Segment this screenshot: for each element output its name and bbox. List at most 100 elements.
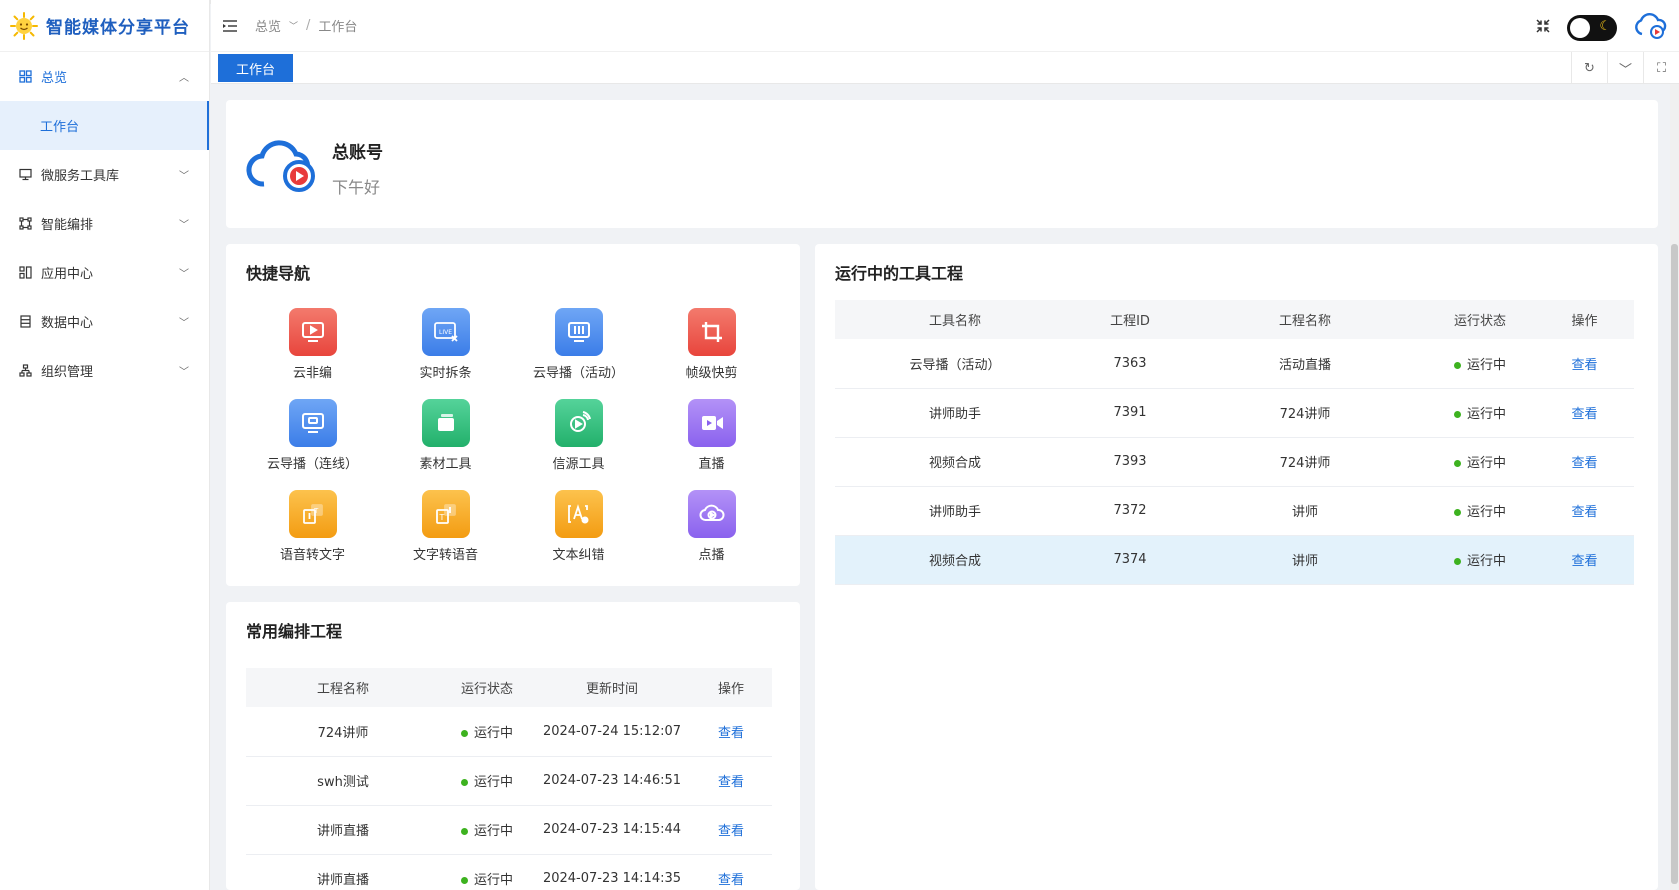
quick-nav-item-vod[interactable]: 点播 bbox=[645, 490, 778, 572]
table-row: 724讲师 运行中 2024-07-24 15:12:07 查看 bbox=[246, 707, 772, 757]
fullscreen-icon[interactable] bbox=[1535, 18, 1551, 38]
quick-nav-grid: 云非编 LIVE 实时拆条 云导播（活动） 帧级快剪 云导播（连线） 素材工具 … bbox=[246, 308, 778, 572]
project-name: 讲师 bbox=[1185, 486, 1425, 536]
quick-nav-item-cloud-edit[interactable]: 云非编 bbox=[246, 308, 379, 390]
status-cell: 运行中 bbox=[1425, 437, 1535, 487]
project-name: 活动直播 bbox=[1185, 339, 1425, 389]
status-text: 运行中 bbox=[1466, 456, 1506, 471]
status-dot bbox=[460, 877, 468, 884]
status-cell: 运行中 bbox=[440, 707, 534, 757]
live-clip-icon: LIVE bbox=[421, 308, 470, 356]
column-header: 操作 bbox=[690, 668, 772, 707]
project-id: 7374 bbox=[1075, 535, 1185, 585]
refresh-icon[interactable]: ↻ bbox=[1571, 52, 1607, 84]
status-text: 运行中 bbox=[473, 873, 513, 888]
theme-toggle[interactable]: ☾ bbox=[1567, 15, 1617, 41]
header-actions: ☾ bbox=[1535, 12, 1667, 44]
view-link[interactable]: 查看 bbox=[718, 873, 744, 888]
status-dot bbox=[460, 828, 468, 835]
sidebar-item-label: 应用中心 bbox=[41, 267, 94, 282]
quick-nav-item-realtime-split[interactable]: LIVE 实时拆条 bbox=[379, 308, 512, 390]
view-link[interactable]: 查看 bbox=[1571, 358, 1597, 373]
quick-nav-item-live[interactable]: 直播 bbox=[645, 399, 778, 481]
quick-nav-label: 直播 bbox=[698, 457, 725, 472]
text-correct-icon bbox=[554, 490, 603, 538]
logo[interactable]: 智能媒体分享平台 bbox=[0, 0, 209, 52]
table-row: 讲师助手 7372 讲师 运行中 查看 bbox=[835, 486, 1634, 536]
cloud-play-logo-icon bbox=[246, 140, 315, 192]
welcome-card: 总账号 下午好 bbox=[226, 100, 1658, 228]
tool-name: 讲师助手 bbox=[835, 388, 1075, 438]
status-dot bbox=[460, 729, 468, 737]
status-text: 运行中 bbox=[1466, 357, 1506, 373]
status-text: 运行中 bbox=[1466, 407, 1506, 422]
quick-nav-label: 素材工具 bbox=[419, 457, 472, 472]
quick-nav-item-text-to-speech[interactable]: T 文字转语音 bbox=[379, 490, 512, 572]
table-row: 视频合成 7393 724讲师 运行中 查看 bbox=[835, 437, 1634, 487]
column-header: 工程ID bbox=[1075, 300, 1185, 339]
project-name: 724讲师 bbox=[1185, 388, 1425, 438]
common-projects-table: 工程名称 运行状态 更新时间 操作 724讲师 运行中 2024-07-24 1… bbox=[246, 668, 772, 890]
breadcrumb-item-workbench: 工作台 bbox=[318, 20, 358, 35]
action-cell: 查看 bbox=[1535, 339, 1634, 389]
view-link[interactable]: 查看 bbox=[718, 775, 744, 790]
quick-nav-item-director-event[interactable]: 云导播（活动） bbox=[512, 308, 645, 390]
menu-fold-icon[interactable] bbox=[221, 17, 239, 35]
breadcrumb-item-overview[interactable]: 总览 bbox=[255, 16, 281, 35]
status-cell: 运行中 bbox=[1425, 388, 1535, 438]
view-link[interactable]: 查看 bbox=[1571, 456, 1597, 471]
tool-name: 视频合成 bbox=[835, 437, 1075, 487]
chevron-down-icon[interactable]: ﹀ bbox=[1607, 52, 1643, 84]
quick-nav-item-frame-cut[interactable]: 帧级快剪 bbox=[645, 308, 778, 390]
svg-text:LIVE: LIVE bbox=[439, 329, 452, 336]
app-title: 智能媒体分享平台 bbox=[46, 18, 190, 38]
tool-name: 视频合成 bbox=[835, 535, 1075, 585]
tab-workbench[interactable]: 工作台 bbox=[218, 54, 294, 82]
view-link[interactable]: 查看 bbox=[718, 824, 744, 839]
sidebar-item-overview[interactable]: 总览 ︿ bbox=[0, 52, 209, 101]
sidebar-item-label: 数据中心 bbox=[41, 316, 94, 331]
scrollbar-thumb[interactable] bbox=[1671, 244, 1678, 884]
moon-icon: ☾ bbox=[1599, 19, 1611, 34]
maximize-icon[interactable]: ⛶ bbox=[1643, 52, 1679, 84]
quick-nav-item-director-link[interactable]: 云导播（连线） bbox=[246, 399, 379, 481]
svg-text:T: T bbox=[313, 507, 319, 515]
column-header: 运行状态 bbox=[1425, 300, 1535, 339]
view-link[interactable]: 查看 bbox=[1571, 554, 1597, 569]
column-header: 工具名称 bbox=[835, 300, 1075, 339]
monitor-play-icon bbox=[288, 308, 337, 356]
sidebar-item-microservice[interactable]: 微服务工具库 ﹀ bbox=[0, 150, 209, 199]
page-scrollbar[interactable] bbox=[1670, 84, 1679, 890]
status-cell: 运行中 bbox=[440, 756, 534, 806]
monitor-chat-icon bbox=[288, 399, 337, 447]
table-row: swh测试 运行中 2024-07-23 14:46:51 查看 bbox=[246, 756, 772, 806]
quick-nav-label: 帧级快剪 bbox=[685, 366, 738, 381]
view-link[interactable]: 查看 bbox=[1571, 505, 1597, 520]
broadcast-icon bbox=[554, 399, 603, 447]
sidebar-item-data[interactable]: 数据中心 ﹀ bbox=[0, 297, 209, 346]
tab-bar: 工作台 ↻ ﹀ ⛶ bbox=[211, 52, 1679, 84]
quick-nav-item-source[interactable]: 信源工具 bbox=[512, 399, 645, 481]
column-header: 运行状态 bbox=[440, 668, 534, 707]
chevron-down-icon[interactable]: ﹀ bbox=[289, 19, 298, 32]
cloud-play-avatar-icon[interactable] bbox=[1633, 12, 1667, 44]
status-text: 运行中 bbox=[1466, 554, 1506, 569]
apps-icon bbox=[18, 266, 32, 280]
project-id: 7372 bbox=[1075, 486, 1185, 536]
view-link[interactable]: 查看 bbox=[718, 726, 744, 741]
sidebar-item-label: 智能编排 bbox=[41, 218, 94, 233]
sidebar-item-org[interactable]: 组织管理 ﹀ bbox=[0, 346, 209, 395]
table-header-row: 工具名称 工程ID 工程名称 运行状态 操作 bbox=[835, 300, 1634, 339]
quick-nav-item-material[interactable]: 素材工具 bbox=[379, 399, 512, 481]
sidebar-item-orchestration[interactable]: 智能编排 ﹀ bbox=[0, 199, 209, 248]
table-row: 讲师助手 7391 724讲师 运行中 查看 bbox=[835, 388, 1634, 438]
quick-nav-item-text-correct[interactable]: 文本纠错 bbox=[512, 490, 645, 572]
sidebar-item-apps[interactable]: 应用中心 ﹀ bbox=[0, 248, 209, 297]
tool-name: 讲师助手 bbox=[835, 486, 1075, 536]
sidebar-subitem-workbench[interactable]: 工作台 bbox=[0, 101, 209, 150]
status-cell: 运行中 bbox=[440, 805, 534, 855]
sidebar-item-label: 组织管理 bbox=[41, 365, 94, 380]
quick-nav-item-speech-to-text[interactable]: T 语音转文字 bbox=[246, 490, 379, 572]
running-tools-table: 工具名称 工程ID 工程名称 运行状态 操作 云导播（活动） 7363 活动直播… bbox=[835, 300, 1634, 585]
view-link[interactable]: 查看 bbox=[1571, 407, 1597, 422]
